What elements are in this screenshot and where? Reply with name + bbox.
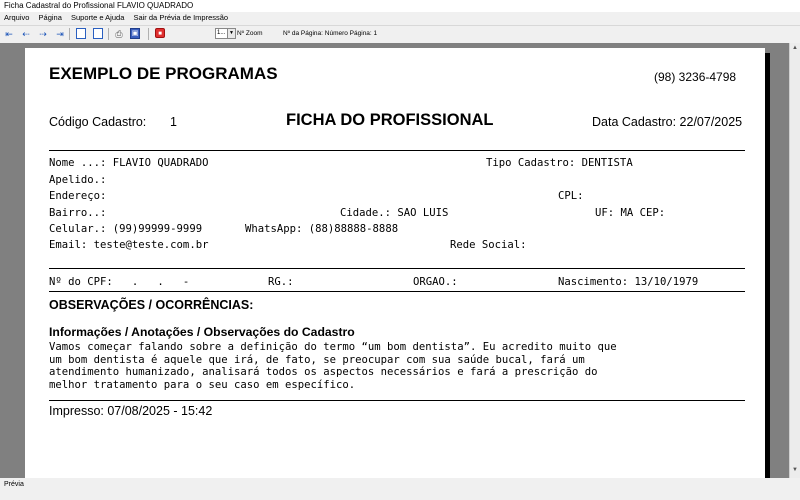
zoom-select[interactable]: 1... ▼	[215, 28, 236, 39]
printer-icon[interactable]: ⎙	[114, 29, 124, 39]
zoom-icon[interactable]: ▣	[130, 28, 140, 39]
two-pages-icon[interactable]	[93, 28, 103, 39]
next-page-icon[interactable]: ⇢	[38, 29, 48, 39]
nome-field: Nome ...: FLAVIO QUADRADO	[49, 157, 209, 169]
divider	[49, 150, 745, 151]
toolbar-separator	[69, 28, 70, 40]
toolbar: ⇤ ⇠ ⇢ ⇥ ⎙ ▣ ■ 1... ▼ Nº Zoom Nº da Página…	[0, 25, 800, 44]
vertical-scrollbar[interactable]: ▲ ▼	[789, 43, 800, 490]
rg-field: RG.:	[268, 276, 294, 288]
report-page: EXEMPLO DE PROGRAMAS (98) 3236-4798 Códi…	[25, 48, 765, 478]
cpf-field: Nº do CPF: . . -	[49, 276, 190, 288]
email-field: Email: teste@teste.com.br	[49, 239, 209, 251]
menu-suporte[interactable]: Suporte e Ajuda	[71, 13, 124, 22]
endereco-field: Endereço:	[49, 190, 107, 202]
company-phone: (98) 3236-4798	[654, 70, 737, 84]
apelido-field: Apelido.:	[49, 174, 107, 186]
page-icon[interactable]	[76, 28, 86, 39]
toolbar-separator	[148, 28, 149, 40]
obs-line: Vamos começar falando sobre a definição …	[49, 341, 617, 353]
obs-line: atendimento humanizado, analisará todos …	[49, 366, 598, 379]
scroll-down-icon[interactable]: ▼	[792, 467, 798, 473]
data-cadastro: Data Cadastro: 22/07/2025	[592, 115, 743, 129]
toolbar-separator	[108, 28, 109, 40]
tipo-cadastro-field: Tipo Cadastro: DENTISTA	[486, 157, 633, 169]
scroll-up-icon[interactable]: ▲	[792, 45, 798, 51]
menu-arquivo[interactable]: Arquivo	[4, 13, 29, 22]
codigo-value: 1	[170, 115, 177, 129]
first-page-icon[interactable]: ⇤	[4, 29, 14, 39]
orgao-field: ORGAO.:	[413, 276, 458, 288]
uf-cep-field: UF: MA CEP:	[595, 207, 666, 219]
close-preview-icon[interactable]: ■	[155, 28, 165, 38]
bairro-field: Bairro..:	[49, 207, 107, 219]
page-number-label: Nº da Página: Número Página: 1	[283, 30, 378, 37]
cpl-field: CPL:	[558, 190, 584, 202]
obs-line: melhor tratamento para o seu caso em esp…	[49, 379, 356, 392]
divider	[49, 291, 745, 292]
zoom-select-value: 1...	[217, 30, 226, 36]
divider	[49, 400, 745, 401]
chevron-down-icon[interactable]: ▼	[227, 29, 235, 38]
observacoes-heading: OBSERVAÇÕES / OCORRÊNCIAS:	[49, 298, 254, 312]
zoom-label: Nº Zoom	[237, 30, 263, 37]
whatsapp-field: WhatsApp: (88)88888-8888	[245, 223, 399, 235]
prev-page-icon[interactable]: ⇠	[21, 29, 31, 39]
cidade-field: Cidade.: SAO LUIS	[340, 207, 449, 219]
rede-social-field: Rede Social:	[450, 239, 527, 251]
codigo-label: Código Cadastro:	[49, 115, 147, 129]
menu-bar: Arquivo Página Suporte e Ajuda Sair da P…	[0, 12, 800, 23]
company-name: EXEMPLO DE PROGRAMAS	[49, 64, 278, 83]
window-title: Ficha Cadastral do Profissional FLAVIO Q…	[4, 1, 194, 10]
nascimento-field: Nascimento: 13/10/1979	[558, 276, 699, 288]
observacoes-text: Vamos começar falando sobre a definição …	[49, 341, 749, 392]
obs-line: um bom dentista é aquele que irá, de fat…	[49, 353, 585, 366]
menu-sair[interactable]: Sair da Prévia de Impressão	[133, 13, 228, 22]
last-page-icon[interactable]: ⇥	[55, 29, 65, 39]
informacoes-heading: Informações / Anotações / Observações do…	[49, 325, 355, 339]
celular-field: Celular.: (99)99999-9999	[49, 223, 203, 235]
status-bar: Prévia	[0, 478, 800, 500]
title-bar: Ficha Cadastral do Profissional FLAVIO Q…	[0, 0, 800, 12]
report-title: FICHA DO PROFISSIONAL	[286, 111, 494, 129]
impresso-timestamp: Impresso: 07/08/2025 - 15:42	[49, 404, 213, 418]
divider	[49, 268, 745, 269]
status-text: Prévia	[4, 481, 24, 488]
menu-pagina[interactable]: Página	[39, 13, 62, 22]
